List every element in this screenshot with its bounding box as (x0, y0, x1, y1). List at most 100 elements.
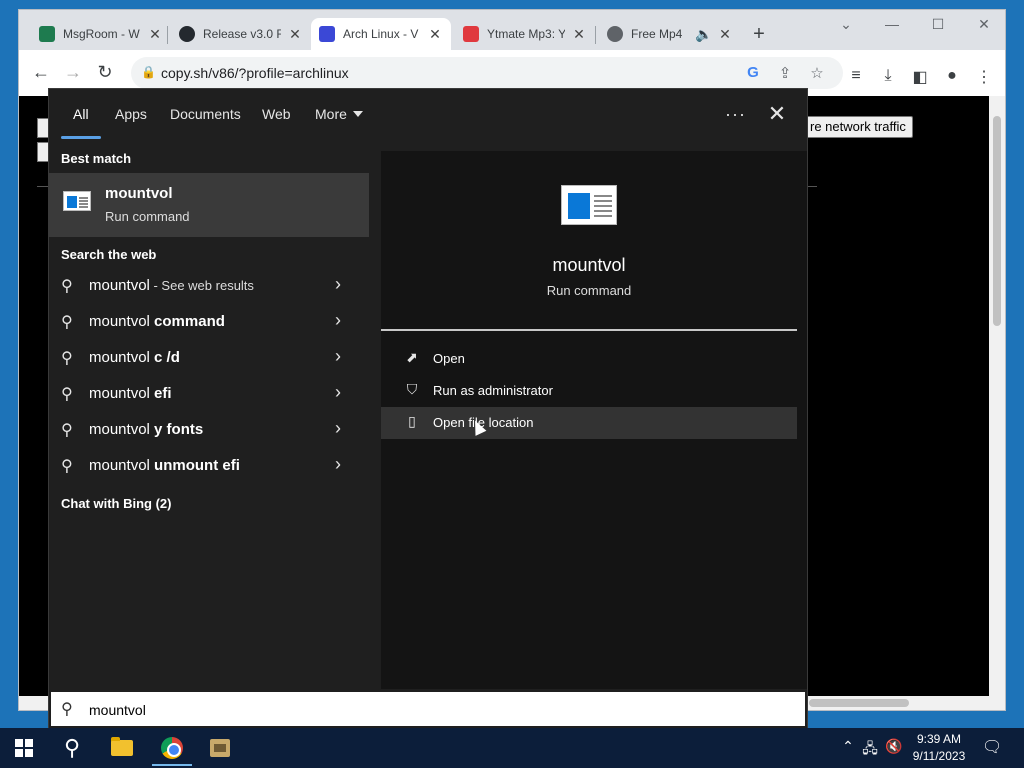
volume-muted-icon[interactable]: 🔇 (884, 738, 904, 755)
clock-date: 9/11/2023 (912, 749, 966, 763)
web-result-item[interactable]: ⚲ mountvol command › (49, 304, 369, 340)
notification-icon[interactable]: 🗨 (982, 737, 1002, 757)
chat-with-bing-heading[interactable]: Chat with Bing (2) (61, 496, 172, 511)
forward-button[interactable]: → (61, 62, 85, 82)
windows-icon (15, 739, 33, 757)
close-icon[interactable]: ✕ (287, 26, 303, 43)
download-icon[interactable]: ⤓ (877, 67, 899, 85)
detail-name: mountvol (552, 255, 626, 275)
network-traffic-button[interactable]: re network traffic (803, 116, 913, 138)
search-input[interactable]: ⚲ mountvol (49, 690, 807, 728)
best-match-subtitle: Run command (105, 209, 190, 224)
chevron-up-icon[interactable]: ⌃ (838, 738, 858, 755)
close-icon[interactable]: ✕ (571, 26, 587, 43)
folder-icon (111, 737, 133, 756)
minimize-button[interactable]: — (877, 16, 907, 32)
search-icon: ⚲ (61, 314, 73, 331)
best-match-item[interactable]: mountvol Run command (49, 173, 369, 237)
close-window-button[interactable]: ✕ (969, 16, 999, 33)
tab-arch-linux[interactable]: Arch Linux - V ✕ (311, 18, 451, 50)
chevron-right-icon[interactable]: › (335, 454, 341, 475)
search-icon: ⚲ (61, 386, 73, 403)
results-list: Best match mountvol Run command Search t… (49, 151, 369, 689)
run-command-icon (63, 191, 91, 211)
file-explorer-button[interactable] (102, 732, 142, 764)
close-icon[interactable]: ✕ (147, 26, 163, 43)
web-result-item[interactable]: ⚲ mountvol c /d › (49, 340, 369, 376)
chevron-right-icon[interactable]: › (335, 418, 341, 439)
run-as-admin-action[interactable]: ⛉ Run as administrator (381, 375, 797, 407)
detail-pane: mountvol Run command ⬈ Open ⛉ Run as adm… (381, 151, 807, 689)
web-result-text: mountvol y fonts (89, 421, 204, 438)
start-button[interactable] (4, 732, 44, 764)
profile-icon[interactable]: ● (941, 67, 963, 85)
best-match-heading: Best match (61, 151, 132, 166)
reload-button[interactable]: ↻ (93, 62, 117, 82)
back-button[interactable]: ← (29, 62, 53, 82)
search-filter-tabs: All Apps Documents Web More ··· ✕ (49, 89, 807, 151)
web-result-text: mountvol - See web results (89, 277, 254, 294)
google-icon[interactable]: G (743, 64, 763, 81)
tab-title: Free Mp4 (631, 27, 683, 41)
address-bar[interactable]: 🔒 copy.sh/v86/?profile=archlinux G ⇪ ☆ (131, 57, 843, 89)
chevron-right-icon[interactable]: › (335, 382, 341, 403)
tab-release[interactable]: Release v3.0 R ✕ (171, 18, 311, 50)
clock[interactable]: 9:39 AM 9/11/2023 (904, 731, 974, 765)
tab-more[interactable]: More (315, 106, 363, 128)
clock-time: 9:39 AM (916, 732, 962, 746)
web-result-item[interactable]: ⚲ mountvol y fonts › (49, 412, 369, 448)
vertical-scrollbar[interactable] (989, 96, 1005, 696)
active-tab-indicator (61, 136, 101, 139)
close-icon[interactable]: ✕ (427, 26, 443, 43)
close-icon[interactable]: ✕ (717, 26, 733, 43)
web-result-text: mountvol unmount efi (89, 457, 240, 474)
media-icon[interactable]: ≡ (845, 67, 867, 85)
tab-msgroom[interactable]: MsgRoom - W ✕ (31, 18, 171, 50)
more-options-icon[interactable]: ··· (725, 104, 746, 125)
search-icon: ⚲ (61, 701, 73, 718)
store-icon (210, 739, 230, 757)
close-icon[interactable]: ✕ (763, 101, 791, 127)
divider (381, 329, 797, 331)
web-result-item[interactable]: ⚲ mountvol - See web results › (49, 268, 369, 304)
menu-icon[interactable]: ⋮ (973, 67, 995, 87)
taskbar: ⚲ ⌃ 🖧 🔇 9:39 AM 9/11/2023 🗨 (0, 728, 1024, 768)
open-icon: ⬈ (406, 349, 418, 365)
tab-all[interactable]: All (73, 106, 89, 128)
tab-ytmate[interactable]: Ytmate Mp3: Y ✕ (455, 18, 595, 50)
speaker-icon[interactable]: 🔈 (695, 26, 712, 43)
maximize-button[interactable]: ☐ (923, 16, 953, 33)
detail-subtitle: Run command (546, 283, 632, 298)
store-button[interactable] (200, 732, 240, 764)
tab-apps[interactable]: Apps (115, 106, 147, 128)
open-file-location-action[interactable]: ▯ Open file location (381, 407, 797, 439)
star-icon[interactable]: ☆ (807, 64, 827, 82)
share-icon[interactable]: ⇪ (775, 64, 795, 82)
chevron-right-icon[interactable]: › (335, 274, 341, 295)
side-panel-icon[interactable]: ◧ (909, 67, 931, 87)
network-icon[interactable]: 🖧 (860, 738, 880, 762)
web-result-text: mountvol c /d (89, 349, 180, 366)
open-action[interactable]: ⬈ Open (381, 343, 797, 375)
caret-down-icon (352, 111, 363, 117)
url-text: copy.sh/v86/?profile=archlinux (161, 65, 349, 81)
chevron-right-icon[interactable]: › (335, 346, 341, 367)
active-app-indicator (152, 764, 192, 766)
tab-documents[interactable]: Documents (170, 106, 241, 128)
tab-web[interactable]: Web (262, 106, 291, 128)
tab-free-mp4[interactable]: Free Mp4 🔈 ✕ (599, 18, 741, 50)
search-web-heading: Search the web (61, 247, 157, 262)
chevron-down-icon[interactable]: ⌄ (831, 16, 861, 33)
taskbar-search-button[interactable]: ⚲ (52, 732, 92, 764)
search-icon: ⚲ (61, 422, 73, 439)
action-label: Open (433, 351, 465, 366)
chrome-icon (161, 737, 183, 759)
web-result-item[interactable]: ⚲ mountvol efi › (49, 376, 369, 412)
new-tab-button[interactable]: + (747, 24, 771, 44)
search-icon: ⚲ (61, 350, 73, 367)
search-icon: ⚲ (63, 735, 81, 760)
chrome-button[interactable] (152, 732, 192, 764)
chevron-right-icon[interactable]: › (335, 310, 341, 331)
globe-icon (607, 26, 623, 42)
web-result-item[interactable]: ⚲ mountvol unmount efi › (49, 448, 369, 484)
